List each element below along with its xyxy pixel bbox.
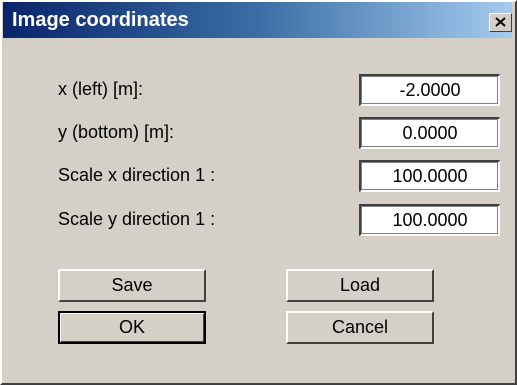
scale-y-label: Scale y direction 1 : — [58, 209, 216, 229]
x-left-label: x (left) [m]: — [58, 79, 143, 99]
ok-button[interactable]: OK — [58, 311, 206, 344]
title-bar[interactable]: Image coordinates — [3, 2, 512, 38]
scale-x-label: Scale x direction 1 : — [58, 165, 216, 185]
load-button[interactable]: Load — [286, 269, 434, 302]
close-icon — [495, 17, 506, 27]
cancel-button[interactable]: Cancel — [286, 311, 434, 344]
scale-y-input[interactable] — [359, 204, 500, 236]
scale-x-input[interactable] — [359, 160, 500, 192]
y-bottom-input[interactable] — [359, 117, 500, 149]
x-left-input[interactable] — [359, 74, 500, 106]
image-coordinates-dialog: Image coordinates x (left) [m]: y (botto… — [0, 0, 517, 385]
save-button[interactable]: Save — [58, 269, 206, 302]
y-bottom-label: y (bottom) [m]: — [58, 122, 175, 142]
dialog-title: Image coordinates — [12, 9, 189, 31]
close-button[interactable] — [489, 13, 512, 32]
